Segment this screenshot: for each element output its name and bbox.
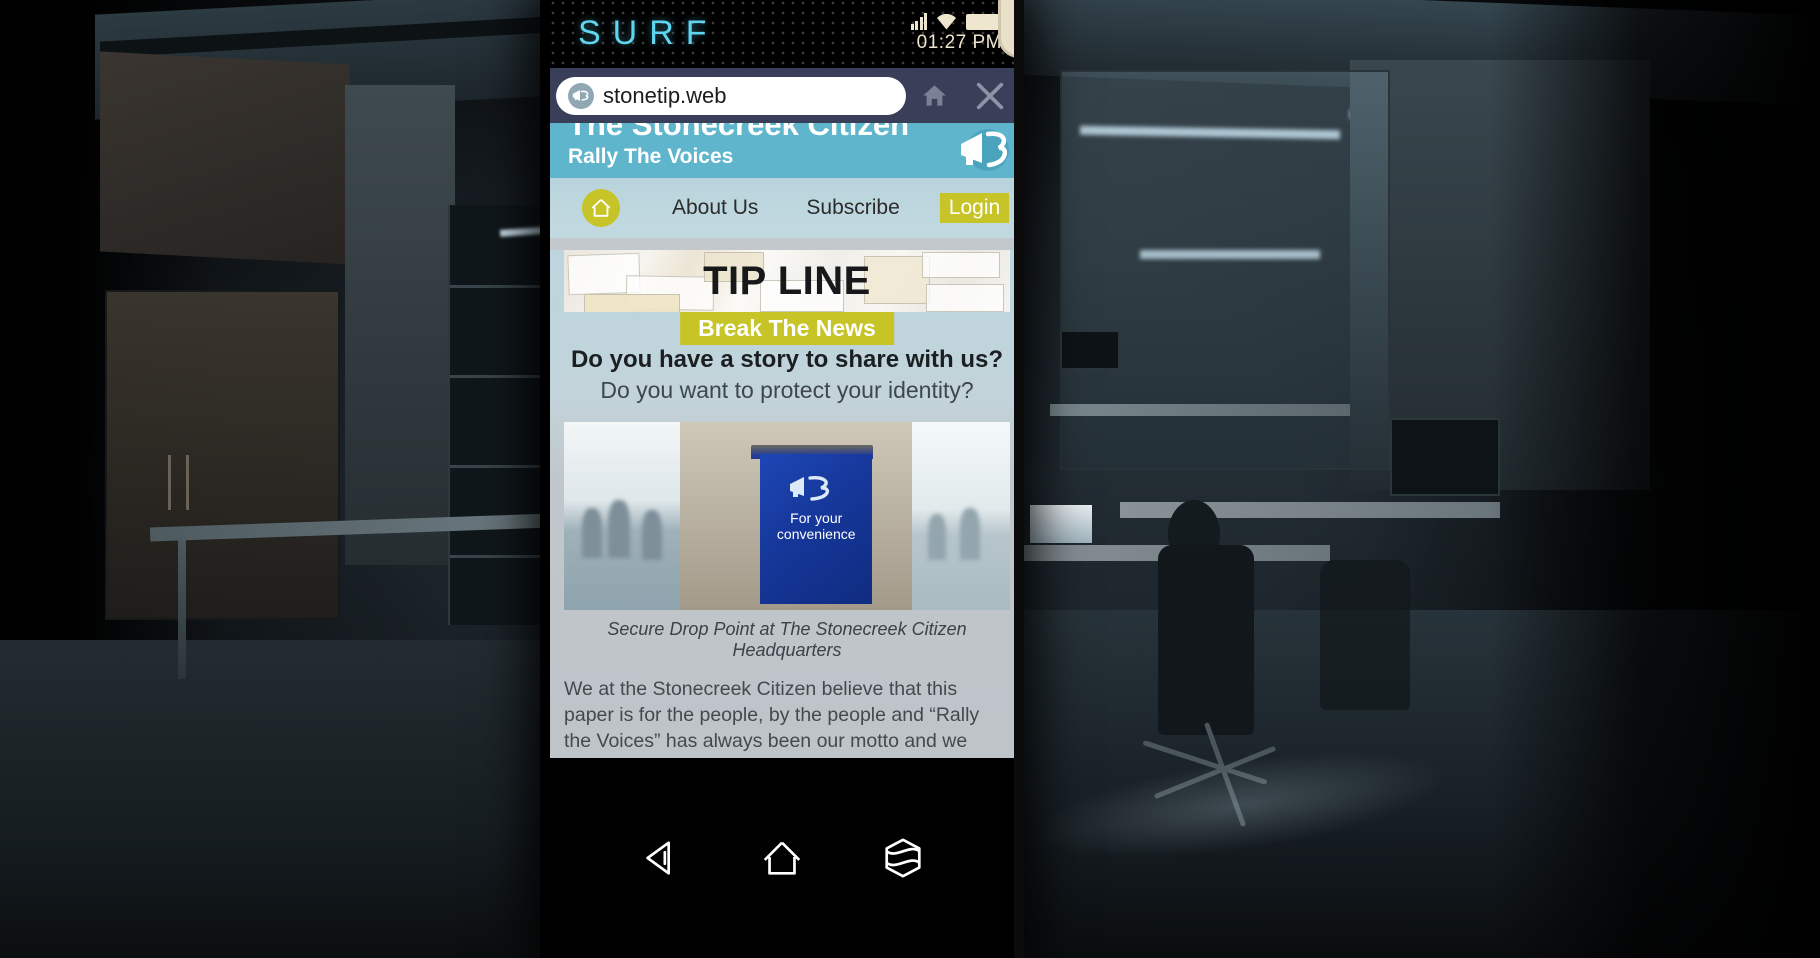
nav-link-about-us[interactable]: About Us — [672, 196, 758, 220]
question-secondary: Do you want to protect your identity? — [600, 377, 974, 403]
site-navigation: About Us Subscribe Login — [550, 178, 1024, 238]
recents-hexagon-icon[interactable] — [880, 835, 926, 881]
site-title: The Stonecreek Citizen — [568, 123, 910, 142]
dropbox-label-line1: For your — [790, 509, 843, 526]
address-bar[interactable]: stonetip.web — [556, 76, 906, 115]
status-bar: SURF 01:27 PM — [550, 0, 1024, 68]
body-paragraph: We at the Stonecreek Citizen believe tha… — [564, 678, 990, 758]
nav-link-subscribe[interactable]: Subscribe — [806, 196, 899, 220]
nav-home-button[interactable] — [582, 189, 620, 227]
signal-icon — [910, 13, 927, 30]
drop-box: For your convenience — [760, 453, 873, 604]
android-navigation-bar — [540, 758, 1024, 958]
wifi-icon — [936, 13, 957, 30]
notification-pill[interactable] — [998, 0, 1024, 58]
tipline-title: TIP LINE — [703, 258, 871, 303]
question-primary: Do you have a story to share with us? — [570, 346, 1004, 373]
drop-point-figure: For your convenience Secure Drop Point a… — [564, 422, 1010, 661]
back-triangle-icon[interactable] — [638, 835, 684, 881]
home-button[interactable] — [906, 68, 962, 123]
background-right-office — [1020, 0, 1820, 958]
status-bar-right: 01:27 PM — [910, 8, 1005, 54]
house-icon — [591, 199, 611, 217]
megaphone-logo-icon — [958, 125, 1012, 175]
phone-side-button-left[interactable] — [542, 112, 548, 174]
megaphone-logo-icon — [788, 474, 844, 502]
dropbox-label: For your convenience — [760, 510, 872, 542]
status-clock: 01:27 PM — [916, 32, 1002, 53]
tipline-subtitle: Break The News — [680, 312, 894, 345]
screen: SURF 01:27 PM stonetip.web The Stonecree… — [0, 0, 1820, 958]
tipline-banner: TIP LINE — [564, 250, 1010, 312]
home-outline-icon[interactable] — [759, 835, 805, 881]
nav-button-login[interactable]: Login — [939, 193, 1010, 223]
battery-icon — [966, 14, 1005, 30]
browser-toolbar: stonetip.web — [550, 68, 1024, 123]
close-button[interactable] — [962, 68, 1018, 123]
surf-app-logo: SURF — [578, 14, 719, 52]
web-page-viewport[interactable]: The Stonecreek Citizen Rally The Voices — [550, 123, 1024, 758]
page-content: TIP LINE Break The News Do you have a st… — [550, 250, 1024, 758]
megaphone-favicon-icon — [568, 82, 594, 109]
phone-side-button-left-2[interactable] — [542, 300, 548, 348]
dropbox-label-line2: convenience — [776, 526, 856, 543]
site-tagline: Rally The Voices — [568, 145, 734, 168]
drop-point-photo: For your convenience — [564, 422, 1010, 610]
photo-caption: Secure Drop Point at The Stonecreek Citi… — [607, 619, 967, 660]
url-text: stonetip.web — [603, 82, 727, 108]
phone-device: SURF 01:27 PM stonetip.web The Stonecree… — [540, 0, 1024, 958]
site-masthead: The Stonecreek Citizen Rally The Voices — [550, 123, 1024, 178]
